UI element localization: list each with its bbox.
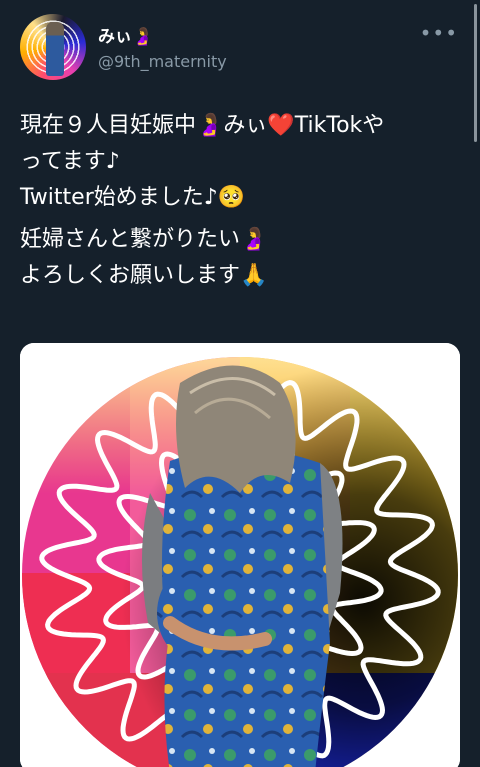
scroll-indicator[interactable] — [474, 4, 477, 142]
avatar[interactable] — [20, 14, 86, 80]
tweet-text-paragraph-1: 現在９人目妊娠中🤰みぃ❤️TikTokや ってます♪ Twitter始めました♪… — [20, 113, 385, 210]
more-icon[interactable]: ••• — [420, 23, 458, 43]
avatar-figure — [46, 22, 64, 76]
tweet-header: みぃ🤰 @9th_maternity ••• — [20, 14, 460, 84]
tweet-text-paragraph-2: 妊婦さんと繋がりたい🤰 よろしくお願いします🙏 — [20, 227, 268, 288]
tweet-media-image[interactable] — [20, 343, 460, 767]
tweet-screen: みぃ🤰 @9th_maternity ••• 現在９人目妊娠中🤰みぃ❤️TikT… — [0, 0, 480, 767]
user-handle[interactable]: @9th_maternity — [98, 52, 227, 71]
media-graphic — [20, 343, 460, 767]
display-name[interactable]: みぃ🤰 — [98, 22, 153, 47]
tweet-text: 現在９人目妊娠中🤰みぃ❤️TikTokや ってます♪ Twitter始めました♪… — [20, 108, 465, 300]
